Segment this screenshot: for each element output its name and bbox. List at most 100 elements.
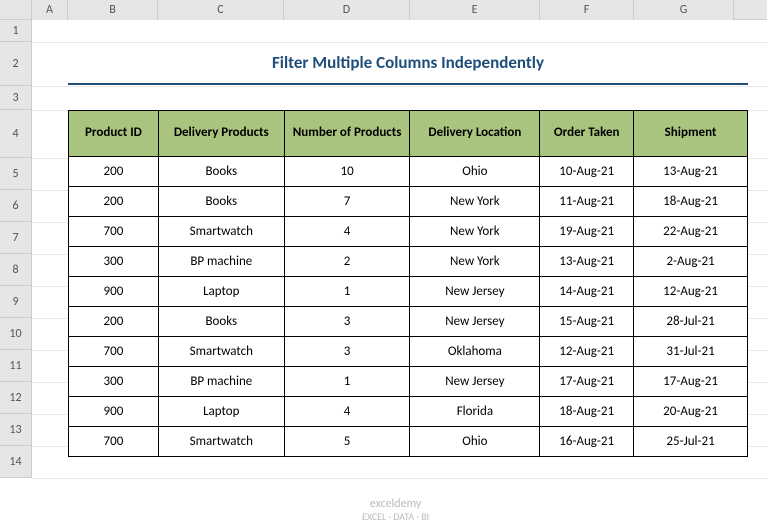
table-header-cell[interactable]: Shipment [634,111,748,157]
col-head-B[interactable]: B [68,0,158,20]
col-head-D[interactable]: D [284,0,410,20]
table-cell[interactable]: 16-Aug-21 [540,427,634,457]
table-cell[interactable]: 2-Aug-21 [634,247,748,277]
table-cell[interactable]: 15-Aug-21 [540,307,634,337]
table-cell[interactable]: BP machine [158,367,284,397]
row-head-1[interactable]: 1 [0,20,32,42]
row-head-7[interactable]: 7 [0,222,32,254]
table-cell[interactable]: 200 [69,187,159,217]
table-cell[interactable]: Smartwatch [158,217,284,247]
table-cell[interactable]: Smartwatch [158,427,284,457]
table-cell[interactable]: 12-Aug-21 [634,277,748,307]
table-header-cell[interactable]: Product ID [69,111,159,157]
row-headers: 1234567891011121314 [0,20,32,478]
col-head-E[interactable]: E [410,0,540,20]
table-cell[interactable]: 18-Aug-21 [634,187,748,217]
table-cell[interactable]: New Jersey [410,307,540,337]
data-table[interactable]: Product IDDelivery ProductsNumber of Pro… [68,110,748,457]
table-cell[interactable]: 4 [284,217,410,247]
table-cell[interactable]: 700 [69,337,159,367]
table-cell[interactable]: 900 [69,277,159,307]
table-cell[interactable]: 300 [69,247,159,277]
table-cell[interactable]: Laptop [158,397,284,427]
col-head-C[interactable]: C [158,0,284,20]
table-cell[interactable]: Ohio [410,427,540,457]
watermark: exceldemy EXCEL · DATA · BI [362,498,429,522]
table-cell[interactable]: 200 [69,307,159,337]
table-cell[interactable]: 25-Jul-21 [634,427,748,457]
row-head-8[interactable]: 8 [0,254,32,286]
table-cell[interactable]: 700 [69,427,159,457]
table-cell[interactable]: Laptop [158,277,284,307]
table-cell[interactable]: Books [158,187,284,217]
row-head-6[interactable]: 6 [0,190,32,222]
table-cell[interactable]: 1 [284,277,410,307]
table-cell[interactable]: 3 [284,337,410,367]
watermark-line2: EXCEL · DATA · BI [362,511,429,522]
table-cell[interactable]: 5 [284,427,410,457]
table-cell[interactable]: New Jersey [410,277,540,307]
table-cell[interactable]: 22-Aug-21 [634,217,748,247]
table-header-cell[interactable]: Order Taken [540,111,634,157]
table-header-cell[interactable]: Delivery Location [410,111,540,157]
table-cell[interactable]: New York [410,187,540,217]
table-cell[interactable]: BP machine [158,247,284,277]
page-title: Filter Multiple Columns Independently [272,52,544,73]
table-cell[interactable]: 900 [69,397,159,427]
table-cell[interactable]: 13-Aug-21 [634,157,748,187]
table-cell[interactable]: 700 [69,217,159,247]
row-head-3[interactable]: 3 [0,86,32,110]
table-cell[interactable]: Books [158,157,284,187]
table-cell[interactable]: 11-Aug-21 [540,187,634,217]
table-cell[interactable]: 2 [284,247,410,277]
table-cell[interactable]: 28-Jul-21 [634,307,748,337]
col-head-A[interactable]: A [32,0,68,20]
table-cell[interactable]: 300 [69,367,159,397]
table-cell[interactable]: Smartwatch [158,337,284,367]
table-header-cell[interactable]: Delivery Products [158,111,284,157]
table-cell[interactable]: 3 [284,307,410,337]
table-cell[interactable]: 7 [284,187,410,217]
table-cell[interactable]: Ohio [410,157,540,187]
row-head-9[interactable]: 9 [0,286,32,318]
table-cell[interactable]: 200 [69,157,159,187]
table-row: 700Smartwatch4New York19-Aug-2122-Aug-21 [69,217,748,247]
table-cell[interactable]: Books [158,307,284,337]
table-cell[interactable]: New York [410,217,540,247]
table-cell[interactable]: 17-Aug-21 [540,367,634,397]
row-head-5[interactable]: 5 [0,158,32,190]
table-cell[interactable]: 1 [284,367,410,397]
table-cell[interactable]: New York [410,247,540,277]
table-cell[interactable]: 4 [284,397,410,427]
table-cell[interactable]: 20-Aug-21 [634,397,748,427]
row-head-11[interactable]: 11 [0,350,32,382]
table-cell[interactable]: 10-Aug-21 [540,157,634,187]
row-head-2[interactable]: 2 [0,42,32,86]
row-head-13[interactable]: 13 [0,414,32,446]
table-cell[interactable]: Oklahoma [410,337,540,367]
row-head-4[interactable]: 4 [0,110,32,158]
row-head-10[interactable]: 10 [0,318,32,350]
table-row: 200Books10Ohio10-Aug-2113-Aug-21 [69,157,748,187]
table-cell[interactable]: 19-Aug-21 [540,217,634,247]
table-cell[interactable]: 13-Aug-21 [540,247,634,277]
table-row: 900Laptop4Florida18-Aug-2120-Aug-21 [69,397,748,427]
row-head-12[interactable]: 12 [0,382,32,414]
col-head-F[interactable]: F [540,0,634,20]
table-cell[interactable]: New Jersey [410,367,540,397]
row-head-14[interactable]: 14 [0,446,32,478]
table-cell[interactable]: 17-Aug-21 [634,367,748,397]
table-row: 900Laptop1New Jersey14-Aug-2112-Aug-21 [69,277,748,307]
select-all-corner[interactable] [0,0,32,20]
table-row: 700Smartwatch3Oklahoma12-Aug-2131-Jul-21 [69,337,748,367]
title-cell[interactable]: Filter Multiple Columns Independently [68,42,748,82]
table-cell[interactable]: 12-Aug-21 [540,337,634,367]
col-head-G[interactable]: G [634,0,734,20]
table-cell[interactable]: 14-Aug-21 [540,277,634,307]
table-header-cell[interactable]: Number of Products [284,111,410,157]
title-underline [68,82,748,85]
table-cell[interactable]: 18-Aug-21 [540,397,634,427]
table-cell[interactable]: Florida [410,397,540,427]
table-cell[interactable]: 10 [284,157,410,187]
table-cell[interactable]: 31-Jul-21 [634,337,748,367]
